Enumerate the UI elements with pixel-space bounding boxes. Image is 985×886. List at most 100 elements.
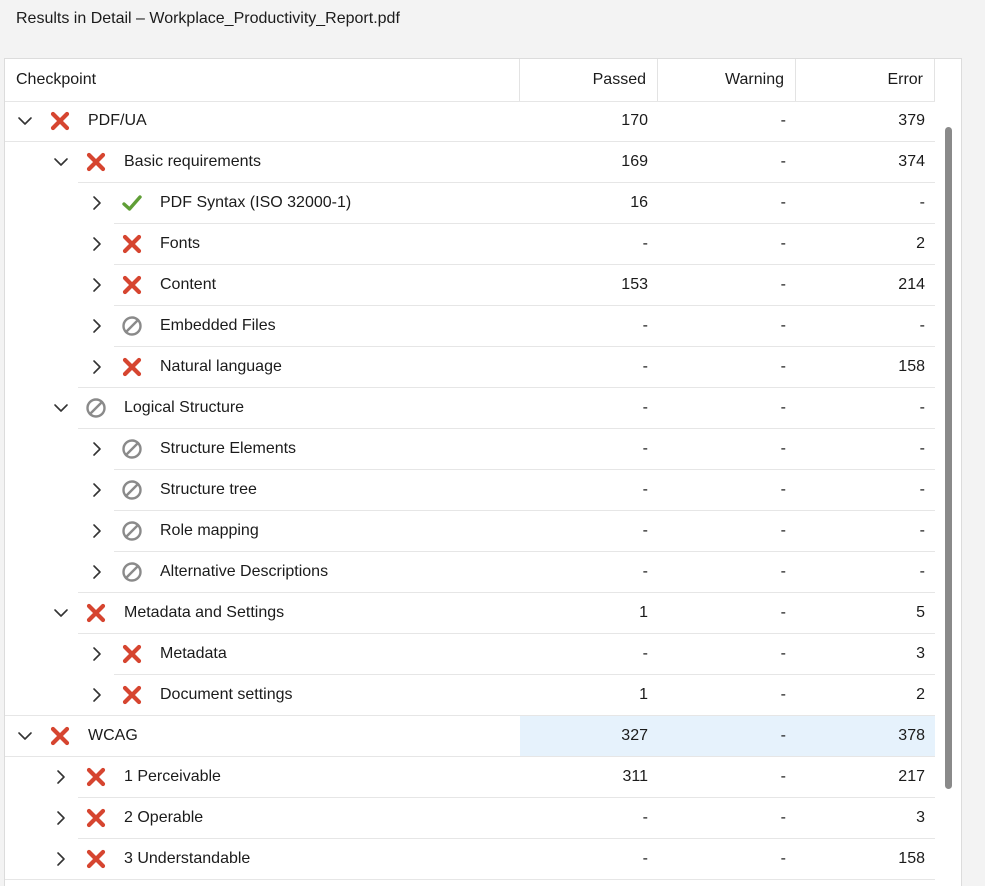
chevron-right-icon[interactable] — [51, 849, 71, 869]
checkpoint-label: 1 Perceivable — [124, 768, 221, 785]
tree-row[interactable]: Content 153 - 214 — [5, 265, 935, 306]
chevron-right-icon[interactable] — [87, 521, 107, 541]
column-header-checkpoint[interactable]: Checkpoint — [5, 59, 520, 101]
tree-row[interactable]: 3 Understandable - - 158 — [5, 839, 935, 880]
error-x-icon — [49, 110, 71, 132]
error-count: 3 — [916, 645, 925, 662]
row-divider — [5, 879, 935, 880]
tree-row[interactable]: Fonts - - 2 — [5, 224, 935, 265]
warning-count: - — [780, 317, 786, 334]
passed-count: - — [642, 809, 648, 826]
warning-count: - — [780, 522, 786, 539]
tree-row[interactable]: 1 Perceivable 311 - 217 — [5, 757, 935, 798]
error-x-icon — [85, 602, 107, 624]
warning-count: - — [780, 194, 786, 211]
checkpoint-label: PDF/UA — [88, 112, 147, 129]
checkpoint-label: PDF Syntax (ISO 32000-1) — [160, 194, 352, 211]
passed-count: - — [642, 440, 648, 457]
tree-row[interactable]: WCAG 327 - 378 — [5, 716, 935, 757]
passed-count: 169 — [621, 153, 648, 170]
tree-row[interactable]: Natural language - - 158 — [5, 347, 935, 388]
chevron-right-icon[interactable] — [51, 808, 71, 828]
tree-row[interactable]: PDF Syntax (ISO 32000-1) 16 - - — [5, 183, 935, 224]
warning-count: - — [780, 768, 786, 785]
chevron-right-icon[interactable] — [51, 767, 71, 787]
checkpoint-label: Structure Elements — [160, 440, 297, 457]
error-count: 374 — [898, 153, 925, 170]
checkpoint-label: Natural language — [160, 358, 282, 375]
tree-row[interactable]: Role mapping - - - — [5, 511, 935, 552]
error-count: - — [919, 317, 925, 334]
passed-count: 311 — [622, 768, 648, 785]
tree-row[interactable]: Document settings 1 - 2 — [5, 675, 935, 716]
column-header-warning[interactable]: Warning — [658, 59, 796, 101]
error-count: - — [919, 481, 925, 498]
chevron-down-icon[interactable] — [51, 398, 71, 418]
tree-row[interactable]: Basic requirements 169 - 374 — [5, 142, 935, 183]
chevron-right-icon[interactable] — [87, 685, 107, 705]
tree-row[interactable]: Metadata - - 3 — [5, 634, 935, 675]
passed-count: - — [642, 850, 648, 867]
error-count: 217 — [898, 768, 925, 785]
passed-count: 327 — [621, 727, 648, 744]
chevron-right-icon[interactable] — [87, 275, 107, 295]
tree-row[interactable]: Structure tree - - - — [5, 470, 935, 511]
warning-count: - — [780, 153, 786, 170]
passed-count: - — [642, 645, 648, 662]
error-count: 158 — [898, 850, 925, 867]
passed-count: - — [642, 235, 648, 252]
passed-count: - — [642, 317, 648, 334]
scrollbar-thumb[interactable] — [945, 127, 952, 789]
error-count: 2 — [916, 235, 925, 252]
checkpoint-label: Logical Structure — [124, 399, 245, 416]
warning-count: - — [780, 645, 786, 662]
tree-row[interactable]: Logical Structure - - - — [5, 388, 935, 429]
warning-count: - — [780, 276, 786, 293]
error-x-icon — [49, 725, 71, 747]
column-header-passed[interactable]: Passed — [520, 59, 658, 101]
checkpoint-label: Fonts — [160, 235, 201, 252]
chevron-right-icon[interactable] — [87, 562, 107, 582]
chevron-right-icon[interactable] — [87, 316, 107, 336]
passed-count: 170 — [621, 112, 648, 129]
chevron-right-icon[interactable] — [87, 234, 107, 254]
checkpoint-label: Basic requirements — [124, 153, 261, 170]
not-applicable-icon — [121, 561, 143, 583]
chevron-right-icon[interactable] — [87, 193, 107, 213]
chevron-right-icon[interactable] — [87, 644, 107, 664]
column-header-error[interactable]: Error — [796, 59, 935, 101]
chevron-down-icon[interactable] — [15, 111, 35, 131]
tree-row[interactable]: Structure Elements - - - — [5, 429, 935, 470]
error-count: - — [919, 440, 925, 457]
checkpoint-label: WCAG — [88, 727, 138, 744]
tree-row[interactable]: Metadata and Settings 1 - 5 — [5, 593, 935, 634]
warning-count: - — [780, 358, 786, 375]
chevron-down-icon[interactable] — [15, 726, 35, 746]
not-applicable-icon — [85, 397, 107, 419]
error-count: - — [919, 399, 925, 416]
error-x-icon — [85, 151, 107, 173]
error-x-icon — [85, 807, 107, 829]
error-x-icon — [121, 356, 143, 378]
error-count: 379 — [898, 112, 925, 129]
results-tree-table: Checkpoint Passed Warning Error PDF/UA 17… — [4, 58, 962, 886]
not-applicable-icon — [121, 315, 143, 337]
tree-row[interactable]: Alternative Descriptions - - - — [5, 552, 935, 593]
tree-row[interactable]: PDF/UA 170 - 379 — [5, 101, 935, 142]
tree-row[interactable]: 2 Operable - - 3 — [5, 798, 935, 839]
error-x-icon — [121, 684, 143, 706]
chevron-right-icon[interactable] — [87, 439, 107, 459]
chevron-down-icon[interactable] — [51, 152, 71, 172]
error-x-icon — [85, 766, 107, 788]
header-scroll-filler — [939, 59, 961, 102]
error-count: 3 — [916, 809, 925, 826]
checkpoint-label: 3 Understandable — [124, 850, 251, 867]
chevron-right-icon[interactable] — [87, 357, 107, 377]
warning-count: - — [780, 850, 786, 867]
chevron-down-icon[interactable] — [51, 603, 71, 623]
tree-row[interactable]: Embedded Files - - - — [5, 306, 935, 347]
error-x-icon — [121, 274, 143, 296]
error-count: 378 — [898, 727, 925, 744]
chevron-right-icon[interactable] — [87, 480, 107, 500]
warning-count: - — [780, 112, 786, 129]
